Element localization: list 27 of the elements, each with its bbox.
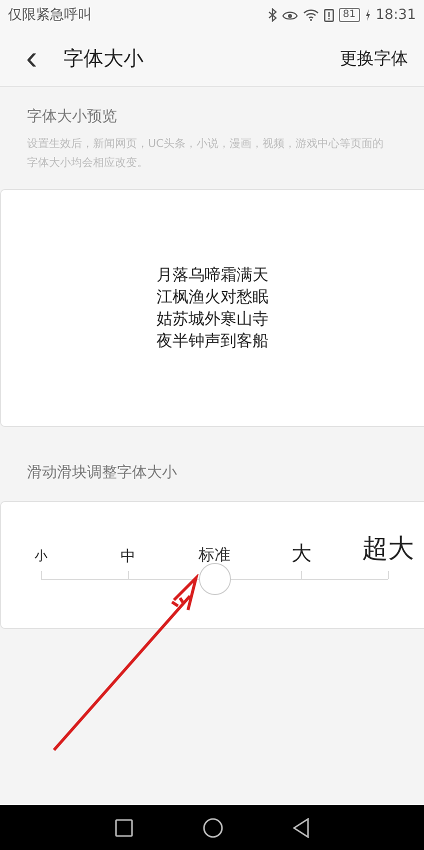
change-font-button[interactable]: 更换字体 — [340, 46, 408, 70]
battery-level: 81 — [338, 8, 360, 22]
description-text: 设置生效后，新闻网页，UC头条，小说，漫画，视频，游戏中心等页面的字体大小均会相应改变。 — [26, 136, 385, 171]
slider-thumb[interactable] — [198, 563, 230, 595]
recents-icon[interactable] — [115, 818, 133, 836]
poem-line: 月落乌啼霜满天 — [156, 264, 268, 286]
bluetooth-icon — [268, 8, 277, 22]
clock-text: 18:31 — [376, 7, 416, 23]
charging-icon — [364, 9, 371, 21]
section-title: 字体大小预览 — [26, 107, 118, 126]
size-option[interactable]: 超大 — [362, 535, 414, 564]
wifi-icon — [302, 9, 319, 21]
poem-line: 江枫渔火对愁眠 — [156, 286, 268, 308]
size-option[interactable]: 小 — [34, 550, 48, 564]
home-icon[interactable] — [203, 818, 223, 838]
carrier-text: 仅限紧急呼叫 — [8, 6, 92, 24]
poem-line: 姑苏城外寒山寺 — [156, 308, 268, 330]
sim-alert-icon — [324, 8, 334, 22]
size-option[interactable]: 标准 — [198, 546, 230, 564]
size-option[interactable]: 大 — [291, 542, 312, 564]
page-title: 字体大小 — [63, 44, 144, 72]
eye-icon — [282, 9, 298, 21]
back-icon[interactable] — [293, 818, 309, 838]
size-option[interactable]: 中 — [120, 548, 136, 564]
poem-line: 夜半钟声到客船 — [156, 330, 268, 352]
back-button[interactable]: ‹ — [20, 43, 44, 73]
section-title: 滑动滑块调整字体大小 — [26, 463, 178, 482]
